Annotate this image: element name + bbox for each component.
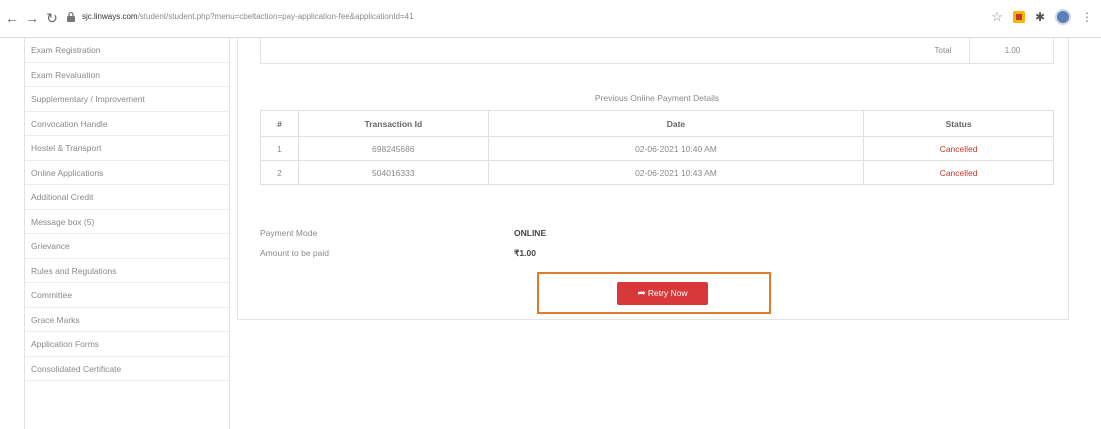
sidebar-item-exam-revaluation[interactable]: Exam Revaluation <box>25 63 229 87</box>
section-title: Previous Online Payment Details <box>594 93 720 103</box>
forward-arrow-icon[interactable]: → <box>24 10 40 26</box>
payment-mode-label: Payment Mode <box>260 228 318 238</box>
table-row: 1 698245686 02-06-2021 10:40 AM Cancelle… <box>260 136 1054 161</box>
sidebar-item-committee[interactable]: Committee <box>25 283 229 308</box>
table-header-row: # Transaction Id Date Status <box>260 110 1054 137</box>
sidebar-item-convocation[interactable]: Convocation Handle <box>25 112 229 136</box>
status-cell: Cancelled <box>863 136 1054 161</box>
bookmark-star-icon[interactable]: ☆ <box>991 9 1003 25</box>
payment-mode-value: ONLINE <box>514 228 547 238</box>
sidebar-item-rules[interactable]: Rules and Regulations <box>25 259 229 283</box>
total-label: Total <box>934 46 952 55</box>
browser-toolbar: ← → ↻ sjc.linways.com/student/student.ph… <box>0 0 1101 38</box>
total-row: Total 1.00 <box>260 38 1054 64</box>
amount-value: ₹1.00 <box>514 248 536 258</box>
url-path: /student/student.php?menu=cbeltaction=pa… <box>137 12 414 21</box>
column-header-transaction-id: Transaction Id <box>297 110 489 137</box>
lock-icon[interactable] <box>66 11 76 23</box>
status-cell: Cancelled <box>863 160 1054 185</box>
transaction-date: 02-06-2021 10:40 AM <box>487 136 865 161</box>
highlight-annotation-box <box>537 272 771 314</box>
sidebar-item-message-box[interactable]: Message box (5) <box>25 210 229 234</box>
sidebar-item-online-applications[interactable]: Online Applications <box>25 161 229 185</box>
column-header-date: Date <box>487 110 865 137</box>
sidebar-item-supplementary[interactable]: Supplementary / Improvement <box>25 87 229 112</box>
extension-icon[interactable] <box>1012 11 1025 23</box>
profile-avatar[interactable] <box>1055 9 1071 25</box>
sidebar-item-application-forms[interactable]: Application Forms <box>25 332 229 357</box>
sidebar-item-exam-registration[interactable]: Exam Registration <box>25 38 229 63</box>
sidebar-menu: Exam Registration Exam Revaluation Suppl… <box>24 38 230 429</box>
row-number: 1 <box>260 136 299 161</box>
transaction-id: 504016333 <box>297 160 489 185</box>
sidebar-item-grievance[interactable]: Grievance <box>25 234 229 259</box>
table-row: 2 504016333 02-06-2021 10:43 AM Cancelle… <box>260 160 1054 185</box>
total-value: 1.00 <box>969 38 1055 63</box>
sidebar-item-grace-marks[interactable]: Grace Marks <box>25 308 229 332</box>
row-number: 2 <box>260 160 299 185</box>
url-host: sjc.linways.com <box>82 12 138 21</box>
address-bar[interactable]: sjc.linways.com/student/student.php?menu… <box>82 12 414 21</box>
browser-menu-icon[interactable]: ⋮ <box>1081 9 1093 25</box>
transaction-id: 698245686 <box>297 136 489 161</box>
back-arrow-icon[interactable]: ← <box>4 10 20 26</box>
column-header-number: # <box>260 110 299 137</box>
sidebar-item-hostel-transport[interactable]: Hostel & Transport <box>25 136 229 161</box>
sidebar-item-consolidated-certificate[interactable]: Consolidated Certificate <box>25 357 229 381</box>
payment-history-table: # Transaction Id Date Status 1 698245686… <box>260 110 1054 185</box>
transaction-date: 02-06-2021 10:43 AM <box>487 160 865 185</box>
column-header-status: Status <box>863 110 1054 137</box>
amount-label: Amount to be paid <box>260 248 329 258</box>
reload-icon[interactable]: ↻ <box>44 10 60 26</box>
extensions-puzzle-icon[interactable]: ✱ <box>1035 9 1045 25</box>
sidebar-item-additional-credit[interactable]: Additional Credit <box>25 185 229 210</box>
